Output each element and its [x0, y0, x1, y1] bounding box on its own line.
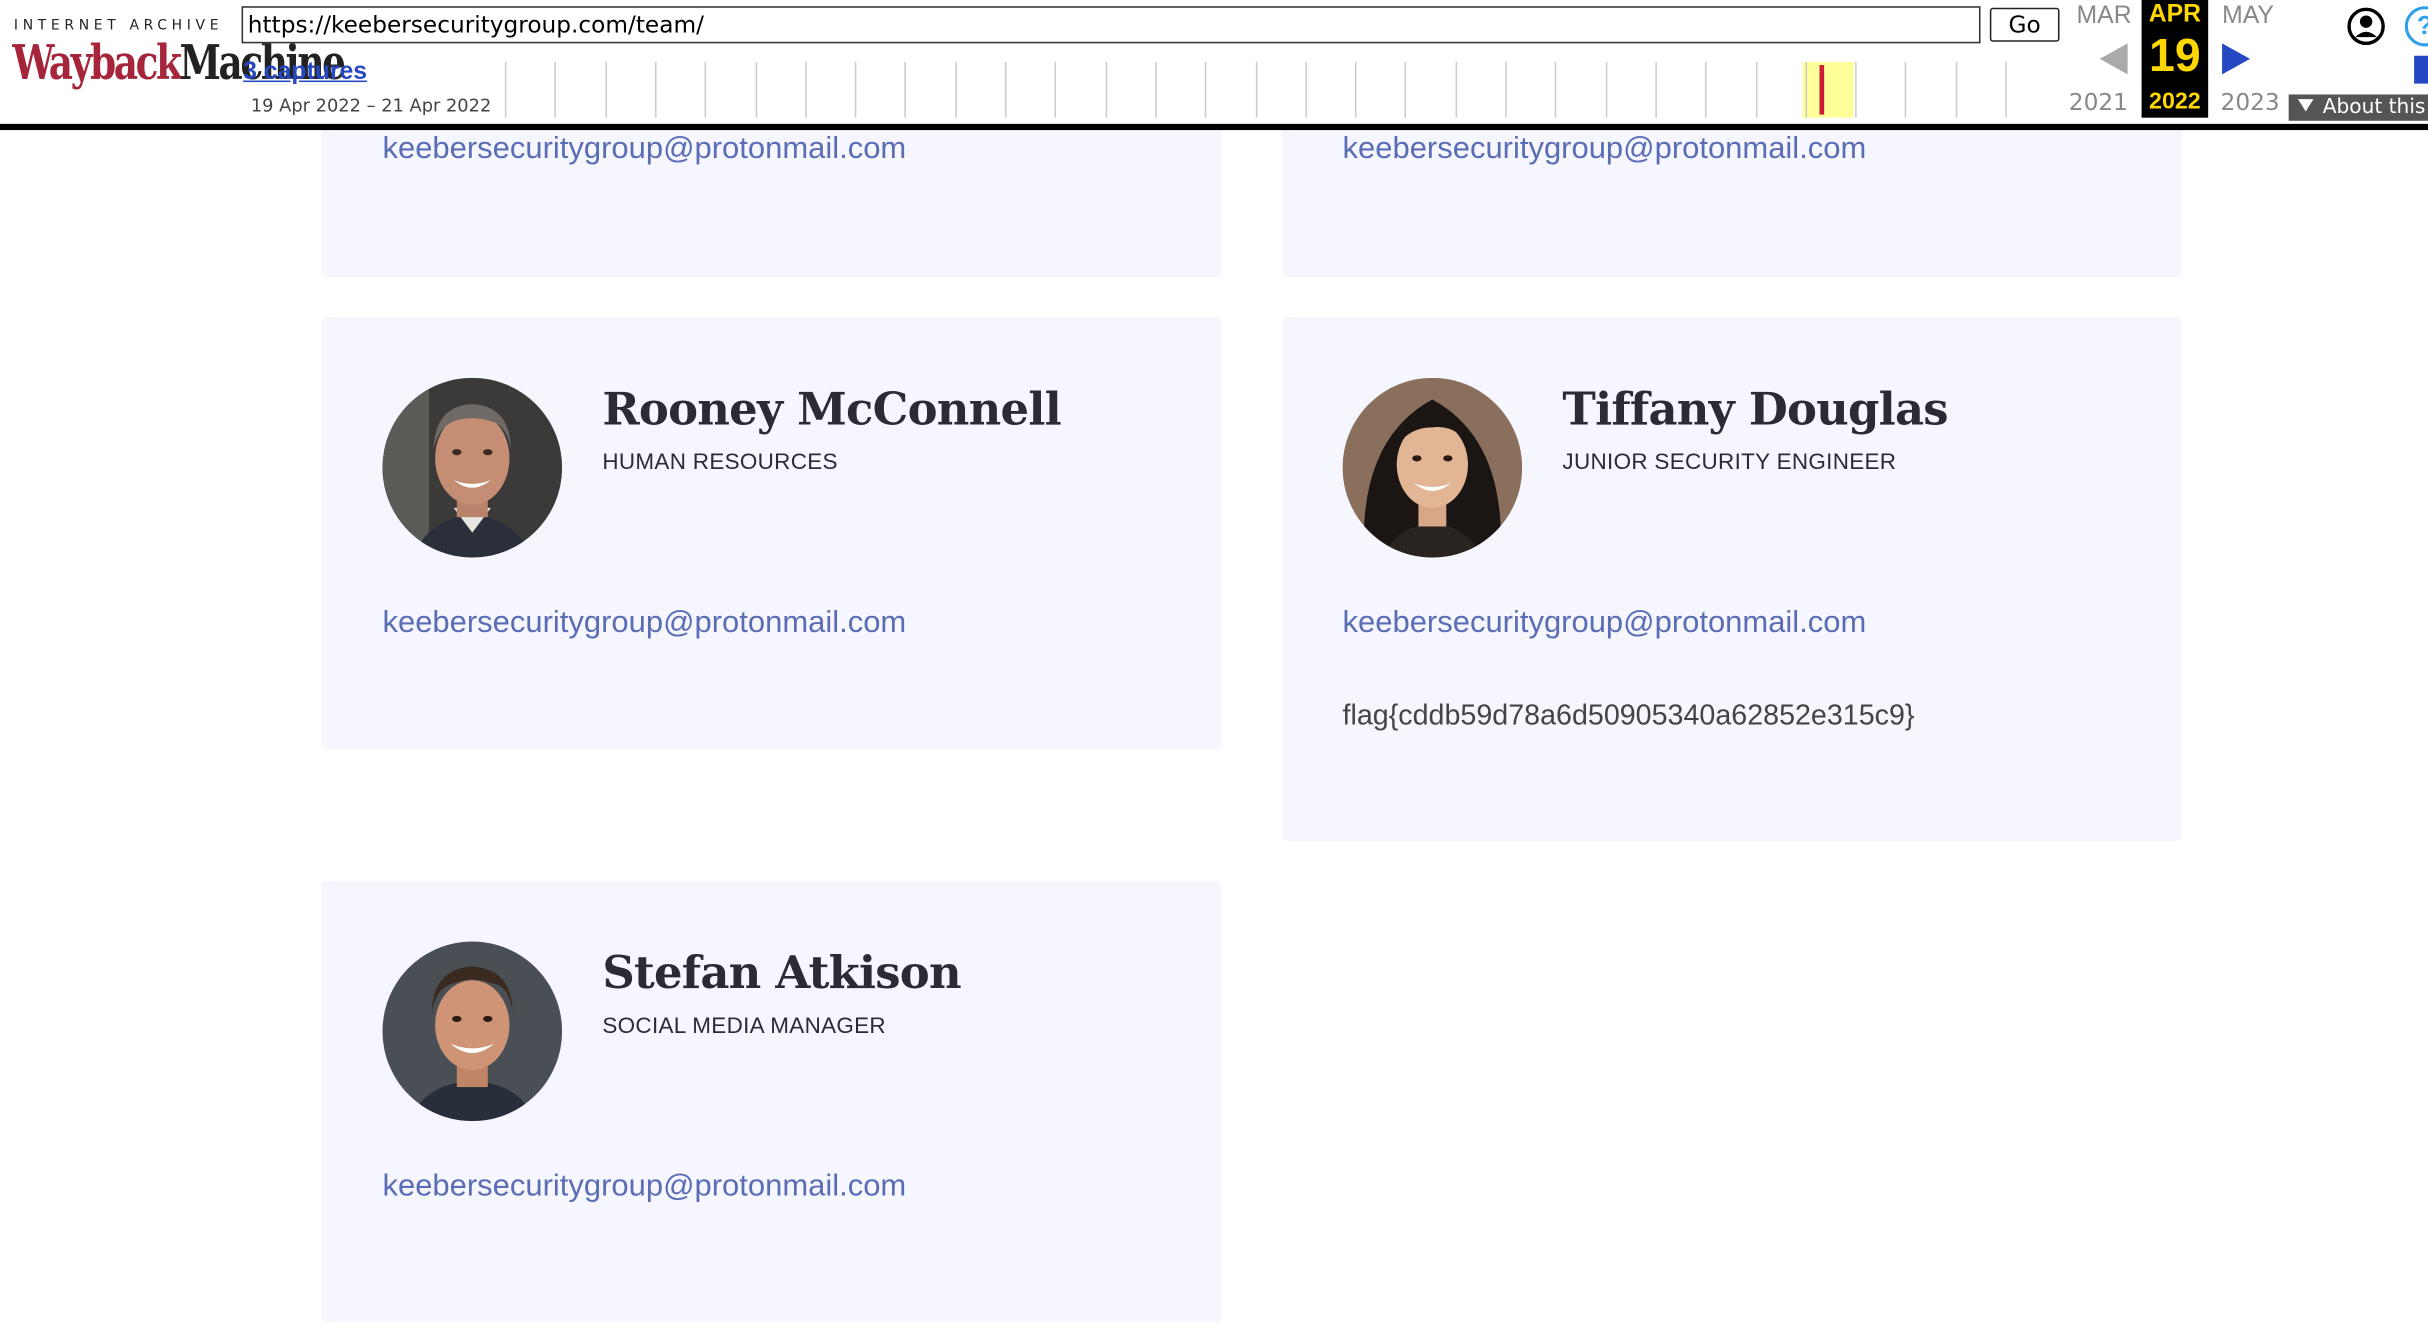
- next-month-label[interactable]: MAY: [2222, 3, 2274, 31]
- sparkline-tick: [704, 61, 707, 118]
- member-role: HUMAN RESOURCES: [602, 450, 838, 476]
- sparkline-tick: [654, 61, 657, 118]
- email-link[interactable]: keebersecuritygroup@protonmail.com: [382, 605, 906, 641]
- team-card-rooney-mcconnell: Rooney McConnell HUMAN RESOURCES keebers…: [322, 317, 1222, 750]
- member-role: JUNIOR SECURITY ENGINEER: [1562, 450, 1897, 476]
- email-link[interactable]: keebersecuritygroup@protonmail.com: [382, 132, 906, 168]
- sparkline-tick: [1155, 61, 1157, 118]
- email-link[interactable]: keebersecuritygroup@protonmail.com: [1343, 605, 1867, 641]
- sparkline-tick: [1255, 61, 1257, 118]
- avatar: [382, 377, 563, 558]
- sparkline-highlight: [1802, 61, 1854, 118]
- share-icon[interactable]: [2414, 55, 2428, 84]
- sparkline-tick: [1104, 61, 1107, 118]
- sparkline-tick: [1805, 61, 1807, 118]
- caret-down-icon: [2297, 99, 2314, 112]
- sparkline-tick: [554, 61, 557, 118]
- current-month: APR: [2148, 1, 2202, 28]
- prev-month-label[interactable]: MAR: [2077, 3, 2132, 31]
- sparkline-tick: [1855, 61, 1857, 118]
- current-day: 19: [2149, 30, 2201, 83]
- sparkline-tick: [1405, 61, 1407, 118]
- about-capture-dropdown[interactable]: About this capture: [2288, 94, 2428, 121]
- go-button[interactable]: Go: [1989, 7, 2060, 42]
- captures-link[interactable]: 3 captures: [243, 59, 367, 87]
- user-account-icon[interactable]: [2346, 6, 2386, 46]
- current-year: 2022: [2149, 88, 2201, 115]
- capture-sparkline[interactable]: [504, 61, 2057, 118]
- sparkline-tick: [1004, 61, 1007, 118]
- sparkline-tick: [854, 61, 857, 118]
- sparkline-tick: [604, 61, 607, 118]
- member-name: Stefan Atkison: [602, 946, 961, 999]
- sparkline-tick: [804, 61, 807, 118]
- member-name: Rooney McConnell: [602, 382, 1061, 436]
- avatar: [1342, 377, 1523, 558]
- capture-marker[interactable]: [1819, 65, 1825, 115]
- sparkline-tick: [1455, 61, 1457, 118]
- internet-archive-label[interactable]: INTERNET ARCHIVE: [14, 19, 223, 34]
- team-card-stefan-atkison: Stefan Atkison SOCIAL MEDIA MANAGER keeb…: [322, 881, 1222, 1323]
- capture-date-range: 19 Apr 2022 – 21 Apr 2022: [250, 94, 492, 117]
- sparkline-tick: [1705, 61, 1707, 118]
- sparkline-tick: [1305, 61, 1307, 118]
- sparkline-tick: [1655, 61, 1657, 118]
- sparkline-tick: [954, 61, 957, 118]
- sparkline-tick: [504, 61, 507, 118]
- sparkline-tick: [1955, 61, 1957, 118]
- sparkline-tick: [904, 61, 907, 118]
- member-name: Tiffany Douglas: [1562, 382, 1948, 436]
- sparkline-tick: [1555, 61, 1557, 118]
- sparkline-tick: [1355, 61, 1357, 118]
- sparkline-tick: [754, 61, 757, 118]
- prev-year-label[interactable]: 2021: [2069, 88, 2128, 116]
- next-capture-arrow-icon[interactable]: [2222, 43, 2250, 75]
- flag-text: flag{cddb59d78a6d50905340a62852e315c9}: [1342, 698, 1915, 731]
- wayback-toolbar: INTERNET ARCHIVE WaybackMachine Go 3 cap…: [0, 0, 2428, 124]
- sparkline-tick: [2005, 61, 2007, 118]
- email-link[interactable]: keebersecuritygroup@protonmail.com: [382, 1169, 906, 1205]
- email-link[interactable]: keebersecuritygroup@protonmail.com: [1343, 132, 1867, 168]
- sparkline-tick: [1905, 61, 1907, 118]
- url-input[interactable]: [241, 6, 1981, 44]
- help-icon[interactable]: ?: [2404, 6, 2428, 47]
- prev-capture-arrow-icon[interactable]: [2099, 43, 2128, 75]
- next-year-label[interactable]: 2023: [2221, 88, 2280, 116]
- avatar: [382, 941, 563, 1122]
- sparkline-tick: [1205, 61, 1207, 118]
- sparkline-tick: [1755, 61, 1757, 118]
- member-role: SOCIAL MEDIA MANAGER: [602, 1014, 886, 1040]
- team-card-tiffany-douglas: Tiffany Douglas JUNIOR SECURITY ENGINEER…: [1282, 317, 2182, 841]
- sparkline-tick: [1054, 61, 1057, 118]
- sparkline-tick: [1605, 61, 1607, 118]
- sparkline-tick: [1505, 61, 1507, 118]
